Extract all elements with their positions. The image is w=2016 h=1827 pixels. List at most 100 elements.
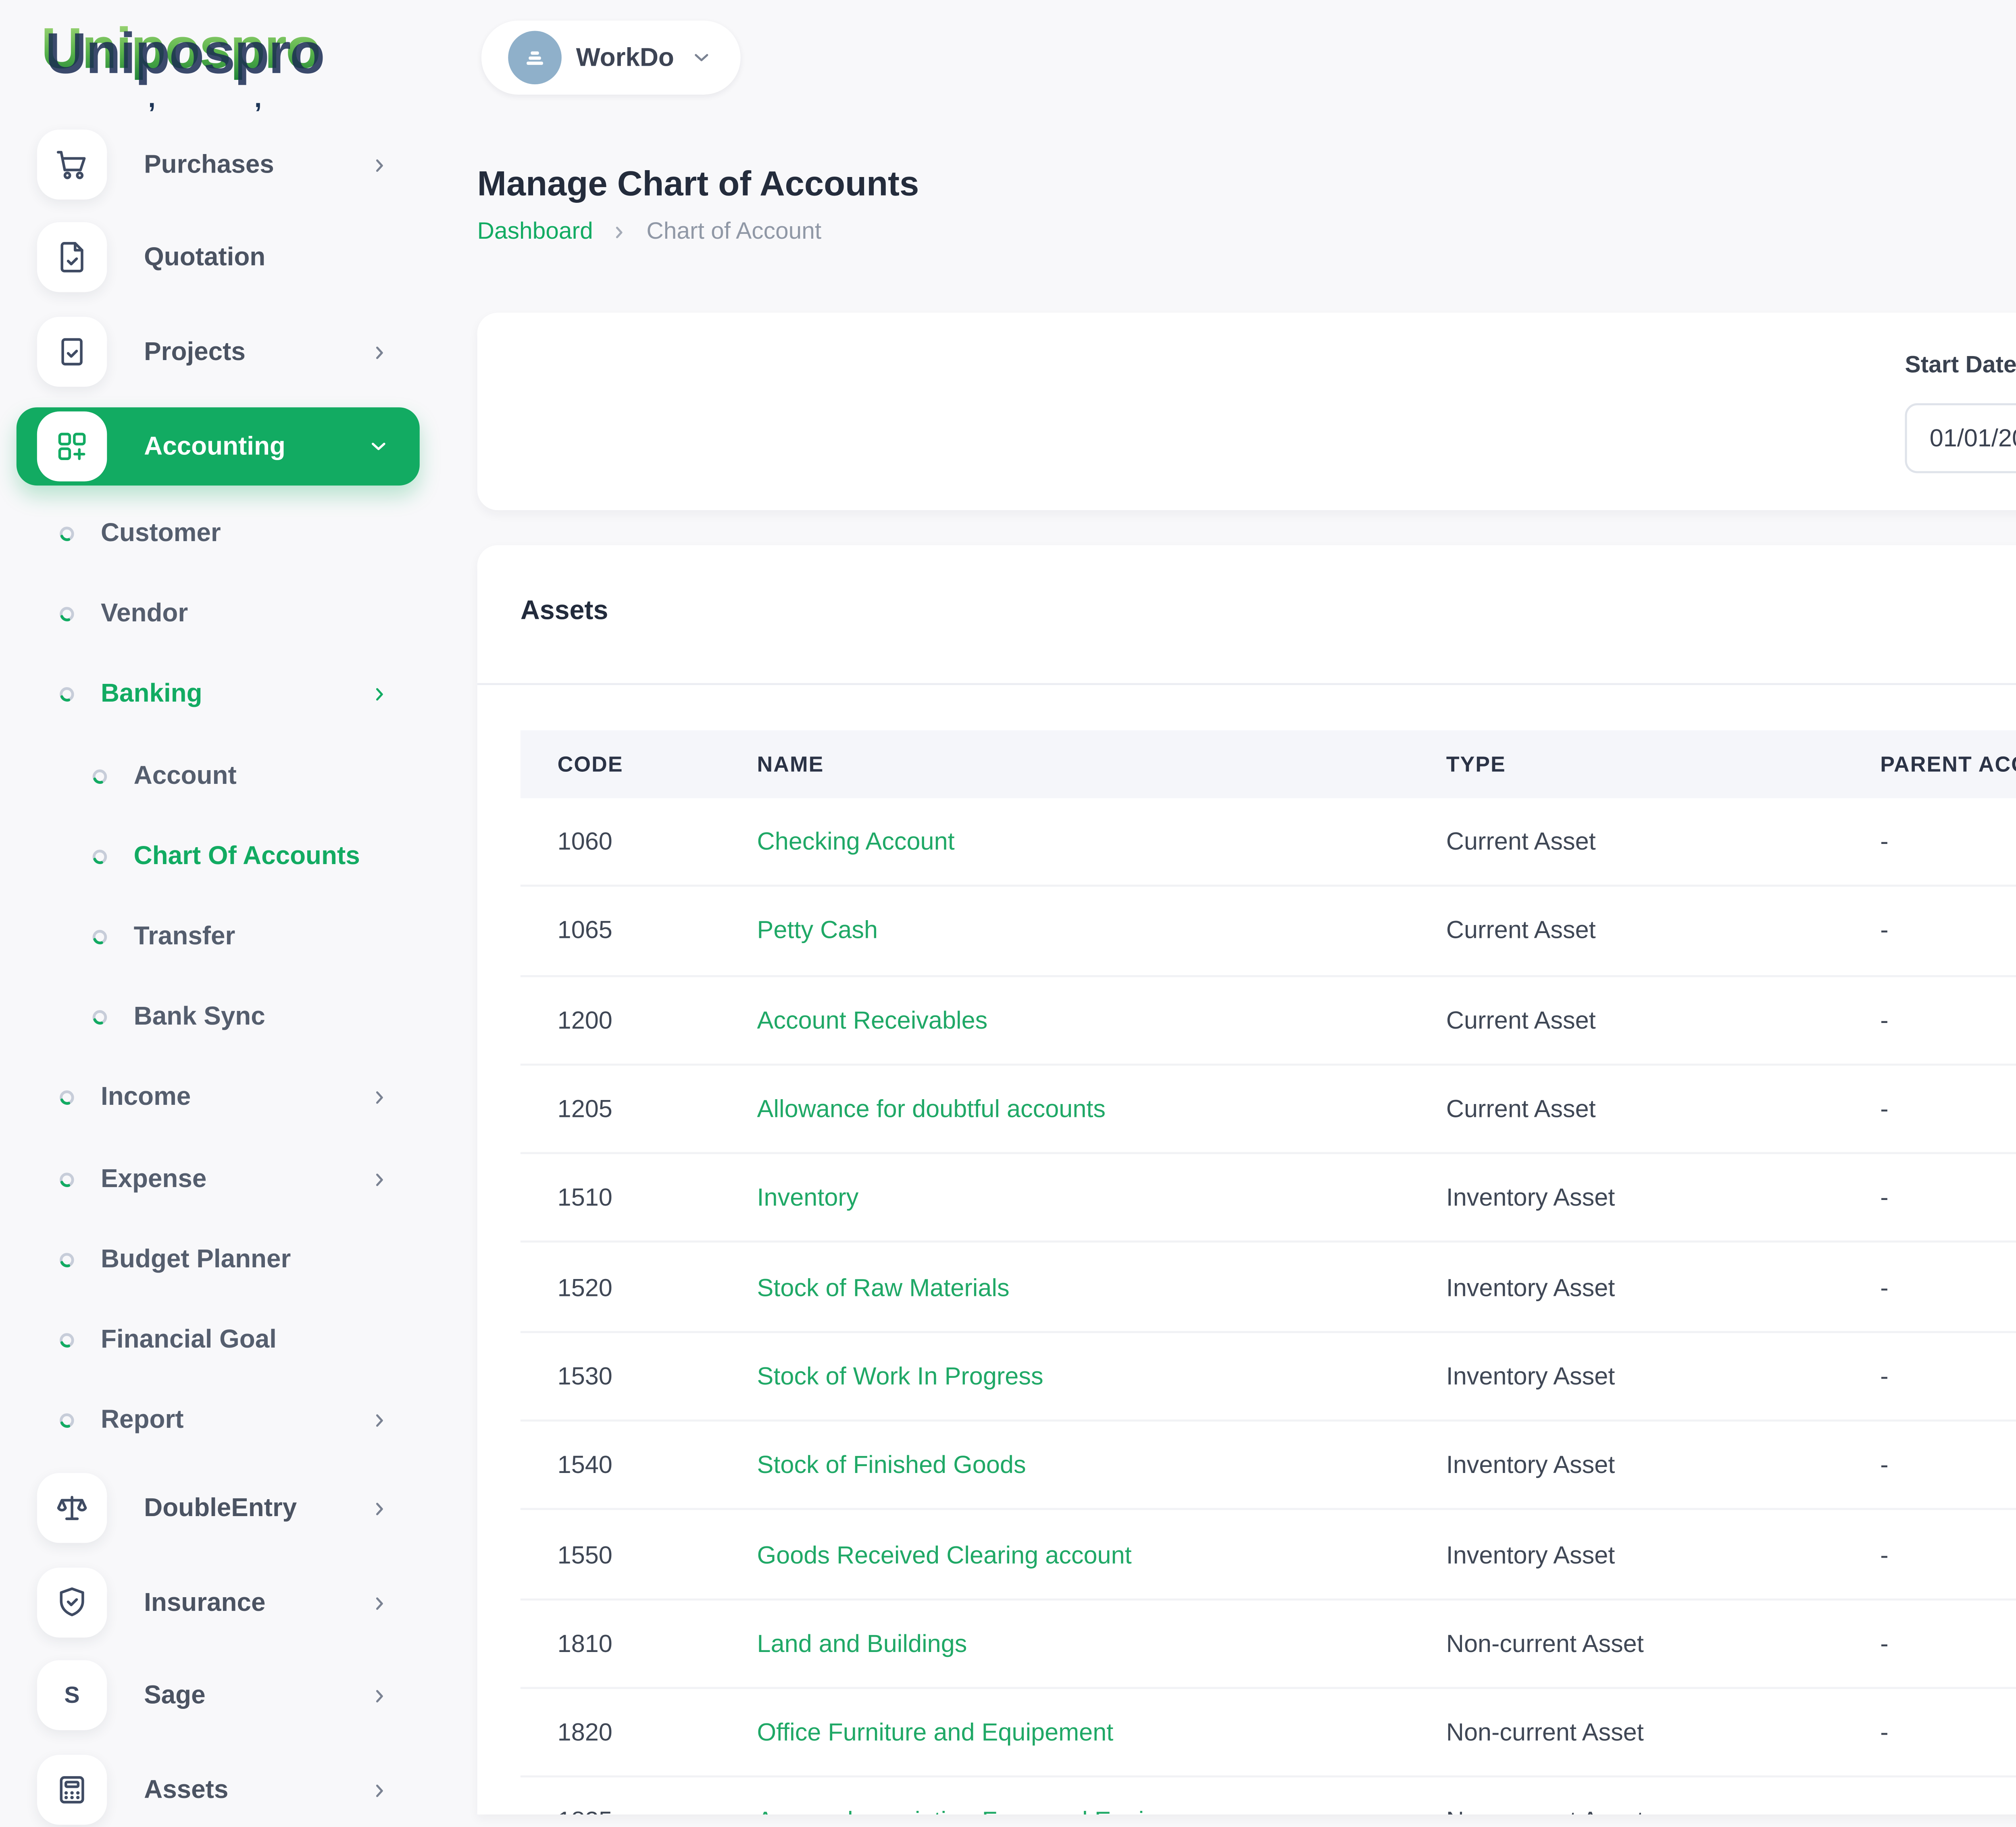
sidebar-item-transfer[interactable]: Transfer (17, 905, 420, 967)
ring-bullet-icon (58, 1250, 76, 1268)
account-name-link[interactable]: Stock of Work In Progress (757, 1362, 1446, 1390)
workspace-avatar (508, 31, 562, 85)
sidebar-item-budget-planner[interactable]: Budget Planner (17, 1228, 420, 1290)
cell-code: 1550 (521, 1540, 757, 1569)
accounts-card: Assets CODE NAME TYPE PARENT ACCOUNT NAM… (477, 545, 2016, 1815)
sidebar-item-projects[interactable]: Projects (17, 315, 420, 389)
account-name-link[interactable]: Accum.depreciation-Furn. and Equip (757, 1807, 1446, 1815)
sidebar: Purchases Quotation Projects Accounting Cust… (17, 0, 420, 1815)
clipboard-check-icon (37, 317, 107, 387)
table-body: 1060Checking AccountCurrent Asset--Enabl… (521, 798, 2016, 1815)
table-row: 1520Stock of Raw MaterialsInventory Asse… (521, 1244, 2016, 1333)
cell-type: Current Asset (1446, 1094, 1881, 1123)
sidebar-item-accounting[interactable]: Accounting (17, 407, 420, 485)
table-row: 1065Petty CashCurrent Asset--Enabled (521, 887, 2016, 976)
cell-code: 1530 (521, 1362, 757, 1390)
chevron-right-icon (368, 1497, 391, 1519)
breadcrumb: Dashboard Chart of Account (477, 220, 822, 245)
account-name-link[interactable]: Inventory (757, 1183, 1446, 1212)
sidebar-item-bank-sync[interactable]: Bank Sync (17, 985, 420, 1047)
sidebar-item-banking[interactable]: Banking (17, 662, 420, 724)
cell-parent: - (1880, 1807, 2016, 1815)
cell-parent: - (1880, 1183, 2016, 1212)
cell-parent: - (1880, 1273, 2016, 1301)
cell-type: Inventory Asset (1446, 1540, 1881, 1569)
chevron-right-icon (610, 222, 630, 243)
sidebar-item-assets[interactable]: Assets (17, 1753, 420, 1827)
column-header-parent: PARENT ACCOUNT NAME (1880, 752, 2016, 777)
sidebar-item-financial-goal[interactable]: Financial Goal (17, 1308, 420, 1370)
chevron-right-icon (368, 1408, 391, 1431)
chevron-right-icon (368, 1085, 391, 1108)
cell-parent: - (1880, 1540, 2016, 1569)
cell-type: Non-current Asset (1446, 1629, 1881, 1658)
cell-parent: - (1880, 1629, 2016, 1658)
workspace-selector[interactable]: WorkDo (481, 21, 740, 95)
account-name-link[interactable]: Account Receivables (757, 1006, 1446, 1034)
cell-parent: - (1880, 1094, 2016, 1123)
chevron-right-icon (368, 682, 391, 704)
cell-parent: - (1880, 1718, 2016, 1747)
chevron-right-icon (368, 1684, 391, 1706)
sidebar-item-sage[interactable]: SSage (17, 1658, 420, 1732)
account-name-link[interactable]: Land and Buildings (757, 1629, 1446, 1658)
ring-bullet-icon (58, 604, 76, 622)
table-row: 1825Accum.depreciation-Furn. and EquipNo… (521, 1778, 2016, 1815)
ring-bullet-icon (58, 1330, 76, 1348)
sidebar-item-doubleentry[interactable]: DoubleEntry (17, 1471, 420, 1545)
chevron-right-icon (368, 1167, 391, 1190)
breadcrumb-current: Chart of Account (646, 220, 821, 245)
cell-type: Inventory Asset (1446, 1183, 1881, 1212)
cell-code: 1540 (521, 1451, 757, 1479)
sidebar-item-expense[interactable]: Expense (17, 1148, 420, 1210)
cell-type: Current Asset (1446, 1006, 1881, 1034)
sidebar-item-report[interactable]: Report (17, 1389, 420, 1450)
cell-type: Current Asset (1446, 827, 1881, 856)
table-row: 1550Goods Received Clearing accountInven… (521, 1511, 2016, 1600)
account-name-link[interactable]: Checking Account (757, 827, 1446, 856)
cell-parent: - (1880, 1362, 2016, 1390)
table-row: 1510InventoryInventory Asset--Enabled (521, 1154, 2016, 1244)
workspace-name: WorkDo (576, 43, 674, 72)
chevron-down-icon (689, 45, 713, 70)
start-date-input[interactable] (1905, 403, 2016, 473)
account-name-link[interactable]: Petty Cash (757, 917, 1446, 945)
layers-avatar-icon (519, 41, 552, 74)
sidebar-item-vendor[interactable]: Vendor (17, 582, 420, 644)
sidebar-item-insurance[interactable]: Insurance (17, 1566, 420, 1640)
divider (477, 683, 2016, 685)
ring-bullet-icon (58, 684, 76, 702)
grid-plus-icon (37, 411, 107, 481)
sidebar-item-quotation[interactable]: Quotation (17, 220, 420, 294)
cell-code: 1825 (521, 1807, 757, 1815)
ring-bullet-icon (58, 1410, 76, 1429)
cell-code: 1810 (521, 1629, 757, 1658)
table-row: 1540Stock of Finished GoodsInventory Ass… (521, 1422, 2016, 1511)
sidebar-item-purchases[interactable]: Purchases (17, 127, 420, 202)
cell-parent: - (1880, 1006, 2016, 1034)
cell-type: Inventory Asset (1446, 1362, 1881, 1390)
cart-icon (37, 129, 107, 199)
column-header-code: CODE (521, 752, 757, 777)
cell-code: 1520 (521, 1273, 757, 1301)
account-name-link[interactable]: Stock of Raw Materials (757, 1273, 1446, 1301)
account-name-link[interactable]: Office Furniture and Equipement (757, 1718, 1446, 1747)
table-row: 1060Checking AccountCurrent Asset--Enabl… (521, 798, 2016, 887)
account-name-link[interactable]: Goods Received Clearing account (757, 1540, 1446, 1569)
cell-parent: - (1880, 827, 2016, 856)
account-name-link[interactable]: Allowance for doubtful accounts (757, 1094, 1446, 1123)
shield-check-icon (37, 1568, 107, 1637)
chevron-down-icon (366, 434, 391, 459)
account-name-link[interactable]: Stock of Finished Goods (757, 1451, 1446, 1479)
cell-code: 1820 (521, 1718, 757, 1747)
cell-code: 1510 (521, 1183, 757, 1212)
start-date-label: Start Date (1905, 354, 2016, 379)
sidebar-item-income[interactable]: Income (17, 1066, 420, 1127)
breadcrumb-dashboard-link[interactable]: Dashboard (477, 220, 593, 245)
calculator-icon (37, 1755, 107, 1825)
table-row: 1810Land and BuildingsNon-current Asset-… (521, 1600, 2016, 1689)
sidebar-item-account[interactable]: Account (17, 745, 420, 806)
sidebar-item-customer[interactable]: Customer (17, 502, 420, 564)
sidebar-item-chart-of-accounts[interactable]: Chart Of Accounts (17, 825, 420, 887)
cell-type: Inventory Asset (1446, 1273, 1881, 1301)
